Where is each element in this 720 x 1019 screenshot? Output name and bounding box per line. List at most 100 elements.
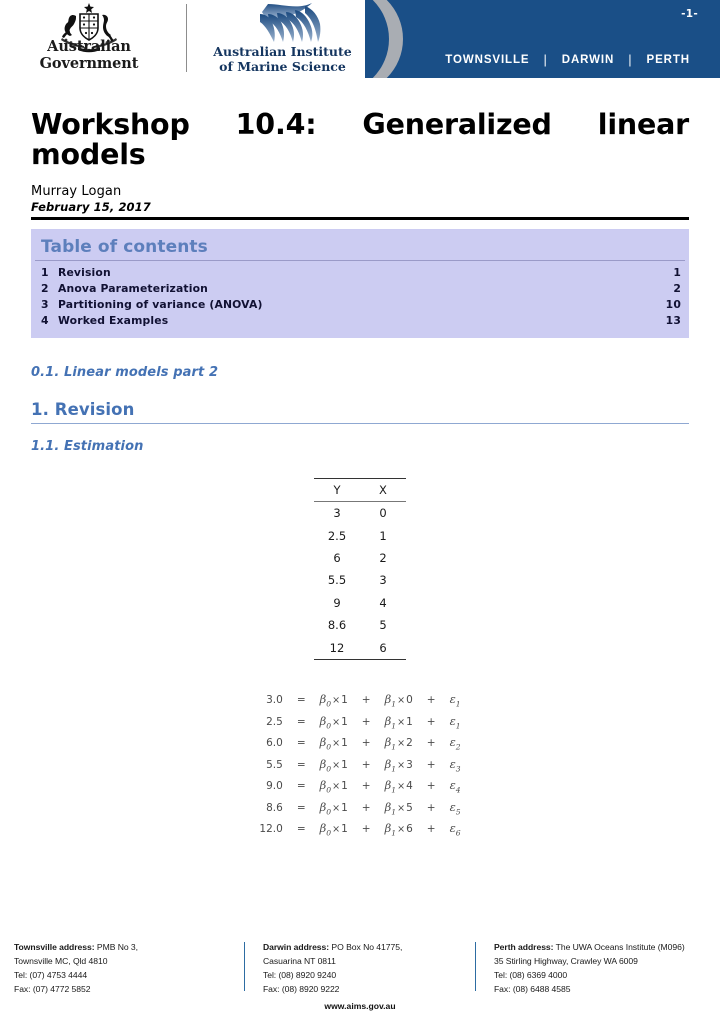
- beta1-coefficient: 3: [406, 758, 413, 771]
- cell-y: 12: [314, 636, 360, 660]
- equals-symbol: =: [296, 715, 306, 728]
- beta1-term: β1×0: [384, 692, 413, 709]
- page-title-line1: Workshop 10.4: Generalized linear: [31, 108, 689, 141]
- footer-address-columns: Townsville address: PMB No 3, Townsville…: [0, 941, 720, 997]
- toc-heading: Table of contents: [41, 237, 208, 257]
- page-title: Workshop 10.4: Generalized linear models: [31, 108, 689, 170]
- table-row: 3 0: [314, 501, 406, 525]
- section-heading-rule: [31, 423, 689, 425]
- beta0-term: β0×1: [319, 756, 348, 774]
- equals-symbol: =: [296, 823, 306, 836]
- footer-address-line1: Townsville address: PMB No 3,: [14, 941, 234, 955]
- plus-symbol: +: [361, 823, 371, 836]
- document-content: Workshop 10.4: Generalized linear models…: [31, 108, 689, 840]
- times-symbol: ×: [397, 781, 406, 793]
- cell-x: 4: [379, 595, 387, 610]
- toc-entry-number: 2: [41, 282, 49, 296]
- beta0-term: β0×1: [319, 692, 348, 709]
- times-symbol: ×: [332, 759, 341, 771]
- equation-row: 9.0 = β0×1 + β1×4 + ε4: [252, 776, 467, 797]
- footer-townsville-address: Townsville address: PMB No 3, Townsville…: [14, 941, 244, 997]
- cell-x: 6: [360, 636, 406, 660]
- linear-model-equations: 3.0 = β0×1 + β1×0 + ε1 2.5 = β0×1 + β1×1…: [252, 690, 467, 840]
- footer-fax: Fax: (08) 6488 4585: [493, 984, 571, 995]
- beta0-coefficient: 1: [341, 823, 348, 836]
- footer-address-value: PO Box No 41775,: [329, 942, 403, 953]
- plus-symbol: +: [426, 823, 436, 836]
- toc-entry-revision[interactable]: 1 Revision 1: [31, 265, 689, 281]
- error-term: ε5: [449, 799, 461, 817]
- footer-fax: Fax: (07) 4772 5852: [14, 984, 91, 995]
- footer-address-line2: 35 Stirling Highway, Crawley WA 6009: [493, 956, 638, 967]
- aims-wave-mark-icon: [238, 2, 330, 48]
- aims-line2: of Marine Science: [219, 59, 346, 74]
- cell-x: 1: [379, 528, 387, 543]
- error-subscript: 2: [455, 742, 461, 752]
- table-row: 5.5 3: [314, 569, 406, 591]
- table-row: 6 2: [314, 547, 406, 569]
- equals-symbol: =: [296, 758, 306, 771]
- equation-row: 6.0 = β0×1 + β1×2 + ε2: [252, 733, 467, 754]
- beta0-coefficient: 1: [341, 801, 348, 814]
- beta0-coefficient: 1: [341, 694, 348, 707]
- table-row: 8.6 5: [314, 614, 406, 636]
- beta0-term: β0×1: [319, 713, 348, 731]
- table-of-contents: Table of contents 1 Revision 1 2 Anova P…: [31, 229, 689, 339]
- equation-lhs: 9.0: [266, 780, 283, 793]
- error-term: ε6: [449, 821, 461, 838]
- data-table-container: Y X 3 0 2.5 1 6 2 5.5 3 9 4 8.6 5 12 6: [31, 478, 689, 660]
- footer-perth-address: Perth address: The UWA Oceans Institute …: [476, 941, 706, 997]
- error-subscript: 3: [455, 764, 461, 774]
- toc-entry-label: Revision: [58, 266, 111, 280]
- beta1-term: β1×2: [384, 735, 413, 752]
- footer-fax: Fax: (08) 8920 9222: [262, 984, 340, 995]
- beta1-coefficient: 0: [406, 694, 413, 707]
- footer-address-line2: Townsville MC, Qld 4810: [14, 956, 108, 967]
- cell-y: 9: [333, 595, 341, 610]
- toc-entry-number: 4: [41, 313, 49, 327]
- footer-address-line2: Casuarina NT 0811: [262, 956, 336, 967]
- toc-entry-worked-examples[interactable]: 4 Worked Examples 13: [31, 312, 689, 328]
- plus-symbol: +: [426, 758, 436, 771]
- beta0-term: β0×1: [319, 821, 348, 838]
- error-subscript: 5: [455, 807, 461, 817]
- city-darwin: DARWIN: [561, 53, 615, 66]
- times-symbol: ×: [397, 716, 406, 728]
- beta1-coefficient: 1: [406, 715, 413, 728]
- footer-address-label: Townsville address:: [14, 942, 95, 953]
- cell-x: 3: [379, 573, 387, 588]
- plus-symbol: +: [361, 780, 371, 793]
- header-city-banner: -1- TOWNSVILLE | DARWIN | PERTH: [365, 0, 720, 78]
- table-row: 12 6: [314, 636, 406, 660]
- toc-entry-label: Partitioning of variance (ANOVA): [58, 297, 263, 311]
- plus-symbol: +: [426, 715, 436, 728]
- equation-lhs: 6.0: [266, 737, 283, 750]
- toc-entry-anova-parameterization[interactable]: 2 Anova Parameterization 2: [31, 281, 689, 297]
- footer-website-link[interactable]: www.aims.gov.au: [0, 1001, 720, 1011]
- error-term: ε1: [449, 692, 461, 709]
- times-symbol: ×: [397, 738, 406, 750]
- toc-entry-page: 13: [665, 313, 681, 327]
- times-symbol: ×: [397, 802, 406, 814]
- error-subscript: 1: [455, 699, 461, 709]
- equation-row: 5.5 = β0×1 + β1×3 + ε3: [252, 754, 467, 775]
- cell-x: 5: [379, 618, 387, 633]
- cell-y: 2.5: [327, 528, 347, 543]
- footer-phone: Tel: (07) 4753 4444: [14, 970, 88, 981]
- footer-address-value: The UWA Oceans Institute (M096): [553, 942, 685, 953]
- times-symbol: ×: [332, 695, 341, 707]
- title-rule: [31, 217, 689, 220]
- beta1-term: β1×6: [384, 821, 413, 838]
- column-header-x: X: [360, 478, 406, 502]
- equation-lhs: 2.5: [266, 715, 283, 728]
- toc-entry-partitioning-of-variance[interactable]: 3 Partitioning of variance (ANOVA) 10: [31, 297, 689, 313]
- section-heading-revision: 1. Revision: [31, 400, 135, 420]
- error-subscript: 4: [455, 785, 461, 795]
- australian-government-label: Australian Government: [39, 38, 139, 72]
- australian-government-logo: Australian Government: [0, 2, 178, 80]
- footer-phone: Tel: (08) 6369 4000: [493, 970, 568, 981]
- beta0-term: β0×1: [319, 735, 348, 752]
- footer-address-line1: Darwin address: PO Box No 41775,: [263, 941, 465, 955]
- beta1-coefficient: 5: [406, 801, 413, 814]
- page-footer: Townsville address: PMB No 3, Townsville…: [0, 941, 720, 1011]
